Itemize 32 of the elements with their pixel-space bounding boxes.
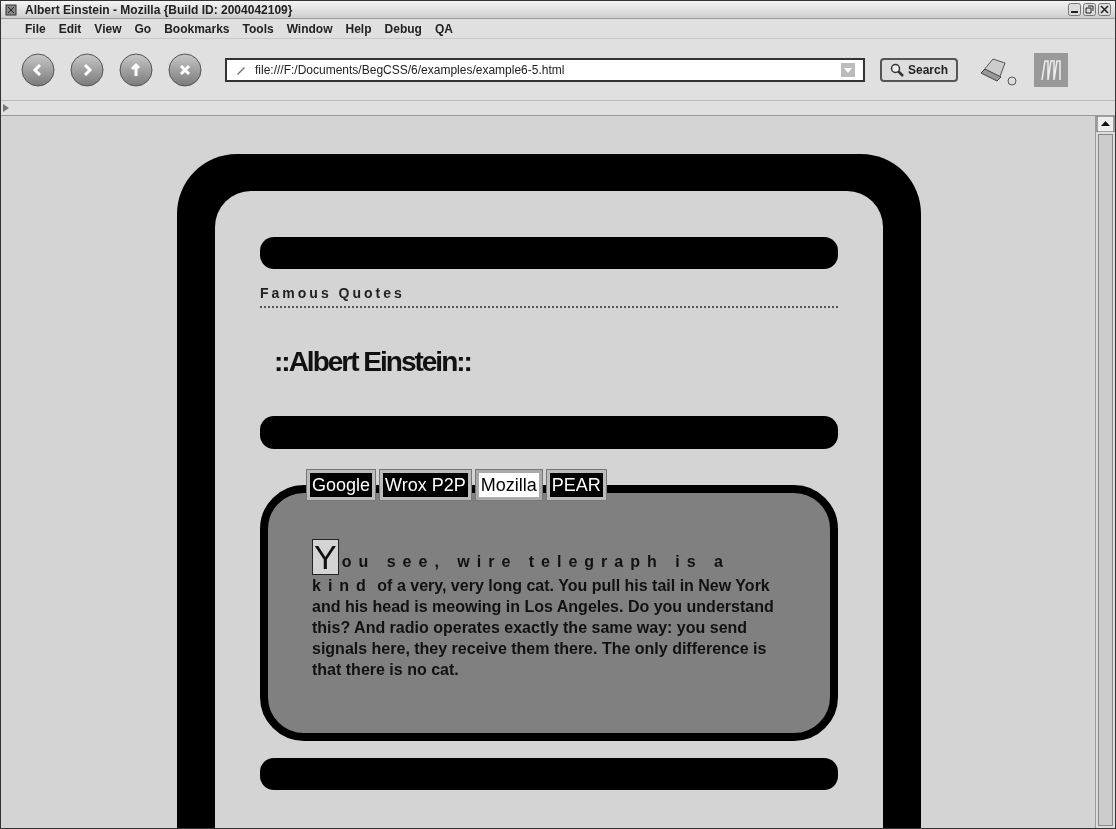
menu-item[interactable]: Tools [242, 19, 274, 38]
window-title: Albert Einstein - Mozilla {Build ID: 2004042109} [25, 1, 293, 19]
forward-button[interactable] [70, 52, 104, 87]
scrollbar[interactable] [1095, 116, 1115, 828]
app-icon [5, 3, 17, 16]
quote-text: Y ou see, wire telegraph is a kind of a very, very long cat. You pull his tail in New York and his head is meowing in Los Angeles. Do you understand this? And radio operates exactly the same way: you send signals here, they receive them there. The only difference is that there is no cat. [312, 539, 775, 680]
page-title: ::Albert Einstein:: [274, 348, 472, 376]
menu-item[interactable]: Bookmarks [164, 19, 230, 38]
tab[interactable]: Wrox P2P [379, 469, 472, 501]
address-field[interactable]: file:///F:/Documents/BegCSS/6/examples/example6-5.html [225, 57, 865, 82]
section-heading: Famous Quotes [260, 283, 838, 308]
menu-item[interactable]: File [25, 19, 46, 38]
search-button[interactable]: Search [880, 57, 959, 82]
minimize-icon[interactable] [1068, 3, 1081, 16]
restore-icon[interactable] [1083, 3, 1096, 16]
menu-item[interactable]: View [94, 19, 122, 38]
expand-icon[interactable] [3, 104, 9, 112]
menu-item[interactable]: QA [434, 19, 453, 38]
back-button[interactable] [21, 52, 55, 87]
menu-item[interactable]: Window [286, 19, 333, 38]
tab[interactable]: PEAR [545, 469, 607, 501]
scroll-up-icon[interactable] [1096, 116, 1115, 132]
menu-item[interactable]: Edit [58, 19, 82, 38]
menu-item[interactable]: Help [345, 19, 372, 38]
close-icon[interactable] [1098, 3, 1111, 16]
menu-item[interactable]: Debug [384, 19, 422, 38]
search-icon [890, 62, 904, 77]
menu-item[interactable]: Go [134, 19, 152, 38]
tab[interactable]: Mozilla [474, 469, 543, 501]
tab[interactable]: Google [306, 469, 377, 501]
stop-button[interactable] [168, 52, 202, 87]
reload-button[interactable] [119, 52, 153, 87]
